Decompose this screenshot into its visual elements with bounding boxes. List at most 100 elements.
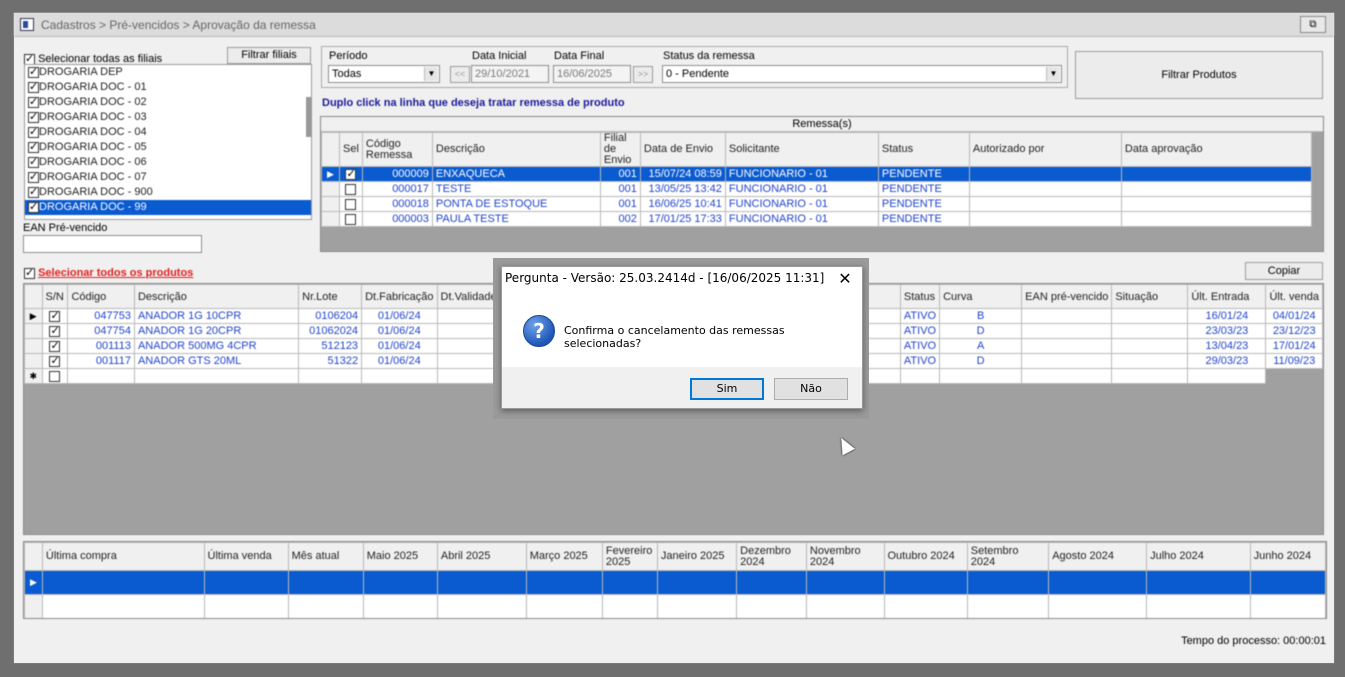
historico-column-header[interactable]: Junho 2024	[1249, 542, 1326, 571]
row-select-checkbox[interactable]	[49, 355, 61, 367]
filial-item[interactable]: DROGARIA DOC - 04	[25, 125, 311, 140]
row-select-checkbox[interactable]	[345, 168, 357, 180]
periodo-select[interactable]: Todas ▼	[328, 65, 440, 83]
filial-item[interactable]: DROGARIA DOC - 02	[25, 95, 311, 110]
filial-checkbox[interactable]	[28, 95, 39, 110]
produtos-column-header[interactable]: Descrição	[133, 284, 300, 309]
produtos-column-header[interactable]: Dt.Fabricação	[361, 284, 438, 309]
filial-checkbox[interactable]	[28, 80, 39, 95]
historico-column-header[interactable]: Última venda	[203, 542, 289, 571]
data-inicial-input[interactable]: 29/10/2021	[471, 65, 549, 83]
sn-cell[interactable]	[41, 338, 69, 354]
historico-grid[interactable]: Última compra Última venda Mês atual Maio 2…	[23, 541, 1327, 619]
produtos-column-header[interactable]: Nr.Lote	[298, 284, 363, 309]
select-all-produtos-checkbox[interactable]	[24, 266, 35, 279]
remessas-column-header[interactable]: Data aprovação	[1120, 132, 1312, 167]
filial-item[interactable]: DROGARIA DEP	[25, 65, 311, 80]
sn-cell[interactable]	[41, 323, 69, 339]
copy-button[interactable]: Copiar	[1245, 262, 1323, 280]
historico-column-header[interactable]: Setembro 2024	[966, 542, 1050, 571]
filiais-list[interactable]: DROGARIA DEP DROGARIA DOC - 01 DROGARIA DO…	[24, 64, 312, 220]
historico-column-header[interactable]: Agosto 2024	[1048, 542, 1148, 571]
row-select-checkbox[interactable]	[345, 183, 357, 195]
select-all-filiais-checkbox[interactable]	[24, 52, 35, 65]
no-button[interactable]: Não	[774, 378, 848, 400]
historico-column-header[interactable]: Fevereiro 2025	[601, 542, 658, 571]
filial-checkbox[interactable]	[28, 140, 39, 155]
sn-cell[interactable]	[41, 368, 69, 384]
status-remessa-select[interactable]: 0 - Pendente ▼	[662, 65, 1062, 83]
filter-products-button[interactable]: Filtrar Produtos	[1075, 51, 1323, 99]
filial-checkbox[interactable]	[28, 185, 39, 200]
historico-column-header[interactable]: Dezembro 2024	[736, 542, 807, 571]
table-row[interactable]: 000017 TESTE 001 13/05/25 13:42 FUNCIONARIO …	[321, 181, 1312, 197]
filter-filiais-button[interactable]: Filtrar filiais	[227, 47, 311, 64]
filial-item[interactable]: DROGARIA DOC - 05	[25, 140, 311, 155]
remessas-column-header[interactable]: Sel	[339, 132, 363, 167]
table-row[interactable]	[24, 594, 1326, 618]
remessas-column-header[interactable]: Solicitante	[724, 132, 879, 167]
historico-column-header[interactable]: Abril 2025	[436, 542, 527, 571]
historico-column-header[interactable]: Outubro 2024	[883, 542, 968, 571]
sel-cell[interactable]	[339, 196, 363, 212]
produtos-column-header[interactable]: Últ. Entrada	[1187, 284, 1267, 309]
produtos-column-header[interactable]: Status	[899, 284, 941, 309]
data-final-input[interactable]: 16/06/2025	[553, 65, 631, 83]
historico-column-header[interactable]: Maio 2025	[362, 542, 438, 571]
historico-column-header[interactable]: Última compra	[41, 542, 205, 571]
historico-column-header[interactable]: Mês atual	[287, 542, 364, 571]
filial-item[interactable]: DROGARIA DOC - 07	[25, 170, 311, 185]
sn-cell[interactable]	[41, 353, 69, 369]
produtos-column-header[interactable]: EAN pré-vencido	[1021, 284, 1113, 309]
remessas-grid[interactable]: Remessa(s) Sel Código Remessa Descrição Fil…	[320, 116, 1324, 252]
select-all-produtos[interactable]: Selecionar todos os produtos	[24, 266, 193, 279]
remessas-column-header[interactable]: Filial de Envio	[599, 132, 641, 167]
filial-checkbox[interactable]	[28, 155, 39, 170]
row-select-checkbox[interactable]	[345, 198, 357, 210]
next-date-button[interactable]: >>	[633, 66, 653, 83]
produtos-column-header[interactable]: Últ. venda	[1265, 284, 1323, 309]
filiais-scrollbar-thumb[interactable]	[306, 97, 311, 137]
row-select-checkbox[interactable]	[345, 213, 357, 225]
remessas-column-header[interactable]: Descrição	[431, 132, 601, 167]
close-icon[interactable]: ✕	[834, 268, 856, 290]
table-row[interactable]: 000003 PAULA TESTE 002 17/01/25 17:33 FUNCIO…	[321, 211, 1312, 227]
produtos-column-header[interactable]: Curva	[939, 284, 1023, 309]
filial-item[interactable]: DROGARIA DOC - 99	[25, 200, 311, 215]
table-row[interactable]: ▶ 000009ENXAQUECA00115/07/24 08:59FUNCION…	[321, 166, 1312, 182]
sel-cell[interactable]	[339, 181, 363, 197]
historico-column-header[interactable]: Março 2025	[525, 542, 603, 571]
filial-checkbox[interactable]	[28, 200, 39, 215]
sel-cell[interactable]	[339, 211, 363, 227]
remessas-column-header[interactable]: Autorizado por	[968, 132, 1122, 167]
remessas-column-header[interactable]: Data de Envio	[639, 132, 726, 167]
table-row[interactable]: 000018 PONTA DE ESTOQUE 001 16/06/25 10:41 F…	[321, 196, 1312, 212]
historico-column-header[interactable]: Novembro 2024	[805, 542, 885, 571]
filial-checkbox[interactable]	[28, 110, 39, 125]
historico-column-header[interactable]: Julho 2024	[1146, 542, 1251, 571]
sel-cell[interactable]	[339, 166, 363, 182]
prev-date-button[interactable]: <<	[450, 66, 470, 83]
historico-column-header[interactable]: Janeiro 2025	[656, 542, 738, 571]
remessas-column-header[interactable]: Status	[877, 132, 970, 167]
table-row[interactable]: ▶	[24, 570, 1326, 595]
filial-item[interactable]: DROGARIA DOC - 06	[25, 155, 311, 170]
yes-button[interactable]: Sim	[690, 378, 764, 400]
produtos-column-header[interactable]: Código	[67, 284, 135, 309]
remessas-column-header[interactable]: Código Remessa	[361, 132, 433, 167]
maximize-icon[interactable]: ⧉	[1300, 16, 1326, 33]
filial-checkbox[interactable]	[28, 125, 39, 140]
row-select-checkbox[interactable]	[49, 310, 61, 322]
sn-cell[interactable]	[41, 308, 69, 324]
filial-item[interactable]: DROGARIA DOC - 01	[25, 80, 311, 95]
row-select-checkbox[interactable]	[49, 340, 61, 352]
produtos-column-header[interactable]: S/N	[41, 284, 69, 309]
filial-item[interactable]: DROGARIA DOC - 03	[25, 110, 311, 125]
row-select-checkbox[interactable]	[49, 325, 61, 337]
produtos-column-header[interactable]: Situação	[1111, 284, 1189, 309]
row-select-checkbox[interactable]	[49, 370, 61, 382]
ean-input[interactable]	[23, 235, 202, 253]
filial-checkbox[interactable]	[28, 65, 39, 80]
filial-item[interactable]: DROGARIA DOC - 900	[25, 185, 311, 200]
filial-checkbox[interactable]	[28, 170, 39, 185]
